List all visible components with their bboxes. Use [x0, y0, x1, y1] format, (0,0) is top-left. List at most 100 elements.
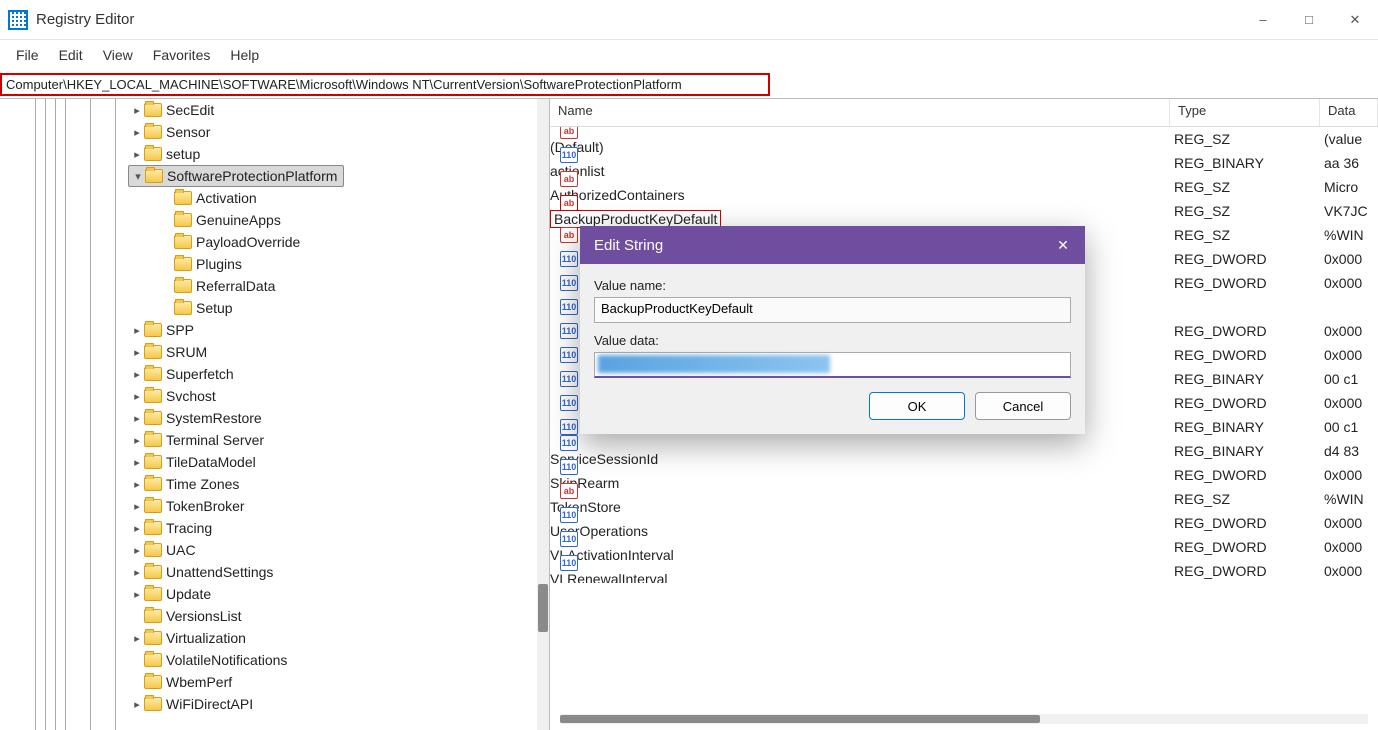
string-value-icon: ab — [560, 227, 578, 243]
maximize-button[interactable]: □ — [1286, 0, 1332, 40]
caret-icon[interactable]: ▸ — [130, 434, 144, 447]
value-row[interactable]: 110VLRenewalIntervalREG_DWORD0x000 — [550, 559, 1378, 583]
value-type: REG_SZ — [1166, 227, 1316, 243]
binary-value-icon: 110 — [560, 147, 578, 163]
list-h-scrollbar[interactable] — [560, 714, 1368, 724]
binary-value-icon: 110 — [560, 395, 578, 411]
menu-view[interactable]: View — [95, 43, 141, 67]
string-value-icon: ab — [560, 195, 578, 211]
binary-value-icon: 110 — [560, 435, 578, 451]
value-data: %WIN — [1316, 491, 1378, 507]
caret-icon[interactable]: ▸ — [130, 368, 144, 381]
caret-icon[interactable]: ▸ — [130, 324, 144, 337]
caret-icon[interactable]: ▸ — [130, 148, 144, 161]
caret-icon[interactable]: ▸ — [130, 566, 144, 579]
value-row[interactable]: abBackupProductKeyDefaultREG_SZVK7JC — [550, 199, 1378, 223]
tree-label: UAC — [166, 542, 196, 558]
tree-label: Update — [166, 586, 211, 602]
caret-icon[interactable]: ▸ — [130, 544, 144, 557]
caret-icon[interactable]: ▸ — [130, 500, 144, 513]
caret-icon[interactable]: ▸ — [130, 522, 144, 535]
minimize-button[interactable]: – — [1240, 0, 1286, 40]
string-value-icon: ab — [560, 127, 578, 139]
tree-label: SPP — [166, 322, 194, 338]
tree-label: GenuineApps — [196, 212, 281, 228]
value-data: %WIN — [1316, 227, 1378, 243]
folder-icon — [144, 455, 162, 469]
caret-icon[interactable]: ▸ — [130, 478, 144, 491]
value-type: REG_SZ — [1166, 179, 1316, 195]
menu-file[interactable]: File — [8, 43, 47, 67]
tree-item[interactable]: ▾ SoftwareProtectionPlatform — [128, 165, 344, 187]
tree-label: TokenBroker — [166, 498, 245, 514]
ok-button[interactable]: OK — [869, 392, 965, 420]
menu-favorites[interactable]: Favorites — [145, 43, 219, 67]
tree-pane: ▸SecEdit▸Sensor▸setup▾SoftwareProtection… — [0, 99, 550, 730]
folder-icon — [144, 499, 162, 513]
tree-label: SoftwareProtectionPlatform — [167, 168, 337, 184]
close-button[interactable]: ✕ — [1332, 0, 1378, 40]
folder-icon — [144, 147, 162, 161]
binary-value-icon: 110 — [560, 323, 578, 339]
menu-edit[interactable]: Edit — [51, 43, 91, 67]
caret-icon[interactable]: ▸ — [130, 632, 144, 645]
folder-icon — [144, 367, 162, 381]
value-data: aa 36 — [1316, 155, 1378, 171]
edit-string-dialog: Edit String ✕ Value name: BackupProductK… — [580, 226, 1085, 434]
value-type: REG_DWORD — [1166, 563, 1316, 579]
address-bar[interactable]: Computer\HKEY_LOCAL_MACHINE\SOFTWARE\Mic… — [0, 73, 770, 96]
cancel-button[interactable]: Cancel — [975, 392, 1071, 420]
value-data: 0x000 — [1316, 563, 1378, 579]
folder-icon — [144, 389, 162, 403]
folder-icon — [145, 169, 163, 183]
column-name[interactable]: Name — [550, 99, 1170, 126]
binary-value-icon: 110 — [560, 275, 578, 291]
value-name-field[interactable]: BackupProductKeyDefault — [594, 297, 1071, 323]
value-data: 0x000 — [1316, 251, 1378, 267]
binary-value-icon: 110 — [560, 371, 578, 387]
menu-help[interactable]: Help — [222, 43, 267, 67]
caret-icon[interactable]: ▸ — [130, 390, 144, 403]
menu-bar: File Edit View Favorites Help — [0, 40, 1378, 70]
caret-icon[interactable]: ▾ — [131, 170, 145, 183]
value-name: 110VLRenewalInterval — [550, 555, 1166, 583]
binary-value-icon: 110 — [560, 507, 578, 523]
binary-value-icon: 110 — [560, 299, 578, 315]
caret-icon[interactable]: ▸ — [130, 104, 144, 117]
value-data: d4 83 — [1316, 443, 1378, 459]
tree-label: Time Zones — [166, 476, 239, 492]
binary-value-icon: 110 — [560, 459, 578, 475]
string-value-icon: ab — [560, 171, 578, 187]
value-data: 0x000 — [1316, 467, 1378, 483]
dialog-close-icon[interactable]: ✕ — [1041, 237, 1085, 254]
caret-icon[interactable]: ▸ — [130, 346, 144, 359]
folder-icon — [144, 345, 162, 359]
caret-icon[interactable]: ▸ — [130, 412, 144, 425]
caret-icon[interactable]: ▸ — [130, 456, 144, 469]
tree-label: TileDataModel — [166, 454, 256, 470]
tree-label: WiFiDirectAPI — [166, 696, 253, 712]
value-data: VK7JC — [1316, 203, 1378, 219]
tree-label: UnattendSettings — [166, 564, 273, 580]
value-data: 0x000 — [1316, 323, 1378, 339]
value-type: REG_DWORD — [1166, 467, 1316, 483]
tree-label: ReferralData — [196, 278, 275, 294]
folder-icon — [174, 235, 192, 249]
binary-value-icon: 110 — [560, 531, 578, 547]
list-header: Name Type Data — [550, 99, 1378, 127]
caret-icon[interactable]: ▸ — [130, 588, 144, 601]
value-data: 0x000 — [1316, 395, 1378, 411]
caret-icon[interactable]: ▸ — [130, 126, 144, 139]
column-type[interactable]: Type — [1170, 99, 1320, 126]
folder-icon — [144, 125, 162, 139]
dialog-title-bar[interactable]: Edit String ✕ — [580, 226, 1085, 264]
folder-icon — [144, 587, 162, 601]
value-name-label: Value name: — [594, 278, 1071, 293]
column-data[interactable]: Data — [1320, 99, 1378, 126]
value-data: 0x000 — [1316, 347, 1378, 363]
tree-scrollbar[interactable] — [537, 99, 549, 730]
folder-icon — [144, 477, 162, 491]
value-data: (value — [1316, 131, 1378, 147]
caret-icon[interactable]: ▸ — [130, 698, 144, 711]
value-data: Micro — [1316, 179, 1378, 195]
